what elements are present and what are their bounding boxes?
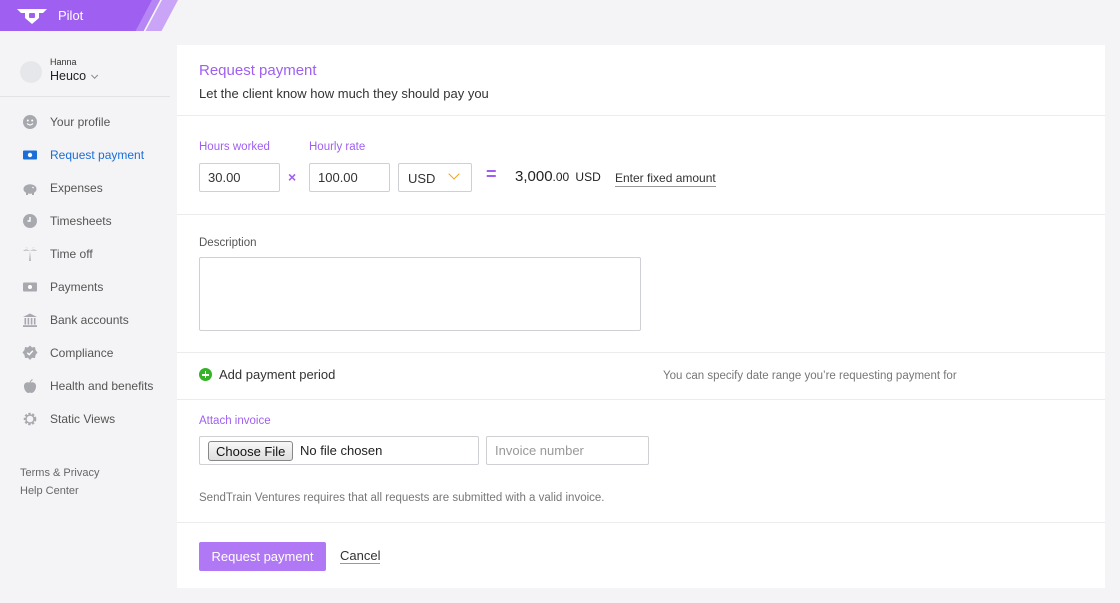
page-subtitle: Let the client know how much they should… bbox=[199, 86, 489, 101]
sidebar-item-your-profile[interactable]: Your profile bbox=[0, 105, 177, 138]
description-label: Description bbox=[199, 237, 257, 249]
plus-circle-icon bbox=[199, 368, 212, 381]
cash-icon bbox=[22, 279, 38, 295]
form-actions: Request payment Cancel bbox=[177, 523, 1105, 588]
smiley-icon bbox=[22, 114, 38, 130]
sidebar-item-label: Payments bbox=[50, 279, 104, 294]
sidebar-footer: Terms & Privacy Help Center bbox=[20, 467, 99, 503]
description-textarea[interactable] bbox=[199, 257, 641, 331]
sidebar-item-expenses[interactable]: Expenses bbox=[0, 171, 177, 204]
currency-value: USD bbox=[408, 171, 436, 186]
enter-fixed-amount-link[interactable]: Enter fixed amount bbox=[615, 171, 716, 187]
sidebar-item-time-off[interactable]: Time off bbox=[0, 237, 177, 270]
sidebar-item-compliance[interactable]: Compliance bbox=[0, 336, 177, 369]
currency-select[interactable]: USD bbox=[398, 163, 472, 192]
terms-privacy-link[interactable]: Terms & Privacy bbox=[20, 467, 99, 479]
sidebar-item-timesheets[interactable]: Timesheets bbox=[0, 204, 177, 237]
file-status: No file chosen bbox=[300, 443, 383, 458]
payment-period-hint: You can specify date range you’re reques… bbox=[663, 370, 957, 382]
cancel-button[interactable]: Cancel bbox=[340, 548, 381, 564]
brand-bar: Pilot bbox=[0, 0, 178, 31]
multiply-sign: × bbox=[288, 169, 297, 185]
app-name: Pilot bbox=[58, 8, 84, 23]
request-payment-card: Request payment Let the client know how … bbox=[177, 45, 1105, 588]
badge-icon bbox=[22, 345, 38, 361]
rate-section: Hours worked × Hourly rate USD = 3,000.0… bbox=[177, 116, 1105, 215]
total-amount: 3,000.00 USD bbox=[515, 168, 601, 185]
gear-icon bbox=[22, 411, 38, 427]
sidebar: Hanna Heuco Your profile Request payment… bbox=[0, 31, 177, 603]
help-center-link[interactable]: Help Center bbox=[20, 485, 99, 497]
banknote-icon bbox=[22, 147, 38, 163]
sidebar-item-label: Health and benefits bbox=[50, 378, 154, 393]
chevron-down-icon bbox=[448, 168, 460, 180]
hours-worked-label: Hours worked bbox=[199, 141, 270, 153]
piggy-bank-icon bbox=[22, 180, 38, 196]
payment-period-section: Add payment period You can specify date … bbox=[177, 353, 1105, 400]
add-payment-period-label: Add payment period bbox=[219, 367, 336, 382]
sidebar-item-label: Timesheets bbox=[50, 213, 112, 228]
bank-icon bbox=[22, 312, 38, 328]
sidebar-nav: Your profile Request payment Expenses Ti… bbox=[0, 105, 177, 435]
apple-icon bbox=[22, 378, 38, 394]
sidebar-item-bank-accounts[interactable]: Bank accounts bbox=[0, 303, 177, 336]
sidebar-item-label: Static Views bbox=[50, 411, 116, 426]
description-section: Description bbox=[177, 215, 1105, 353]
sidebar-item-payments[interactable]: Payments bbox=[0, 270, 177, 303]
request-payment-button[interactable]: Request payment bbox=[199, 542, 326, 571]
invoice-number-input[interactable] bbox=[486, 436, 649, 465]
sidebar-item-label: Expenses bbox=[50, 180, 103, 195]
palm-tree-icon bbox=[22, 246, 38, 262]
hourly-rate-label: Hourly rate bbox=[309, 141, 366, 153]
invoice-section: Attach invoice Choose File No file chose… bbox=[177, 400, 1105, 523]
pilot-logo-icon[interactable] bbox=[15, 6, 49, 26]
hourly-rate-input[interactable] bbox=[309, 163, 390, 192]
hours-worked-input[interactable] bbox=[199, 163, 280, 192]
sidebar-item-label: Bank accounts bbox=[50, 312, 129, 327]
user-switcher[interactable]: Hanna Heuco bbox=[20, 57, 170, 93]
user-company: Heuco bbox=[50, 69, 99, 83]
user-first-name: Hanna bbox=[50, 57, 77, 67]
invoice-requirement-note: SendTrain Ventures requires that all req… bbox=[199, 492, 605, 504]
clock-icon bbox=[22, 213, 38, 229]
sidebar-item-label: Request payment bbox=[50, 147, 145, 162]
choose-file-button[interactable]: Choose File bbox=[208, 441, 294, 461]
invoice-file-input: Choose File No file chosen bbox=[199, 436, 479, 465]
sidebar-item-request-payment[interactable]: Request payment bbox=[0, 138, 177, 171]
avatar bbox=[20, 61, 42, 83]
sidebar-divider bbox=[0, 96, 170, 97]
page-title: Request payment bbox=[199, 62, 317, 79]
sidebar-item-label: Compliance bbox=[50, 345, 114, 360]
sidebar-item-health-and-benefits[interactable]: Health and benefits bbox=[0, 369, 177, 402]
attach-invoice-label: Attach invoice bbox=[199, 415, 271, 427]
form-header: Request payment Let the client know how … bbox=[177, 45, 1105, 116]
sidebar-item-static-views[interactable]: Static Views bbox=[0, 402, 177, 435]
sidebar-item-label: Your profile bbox=[50, 114, 111, 129]
equals-sign: = bbox=[486, 164, 497, 184]
chevron-down-icon bbox=[91, 71, 99, 79]
sidebar-item-label: Time off bbox=[50, 246, 93, 261]
